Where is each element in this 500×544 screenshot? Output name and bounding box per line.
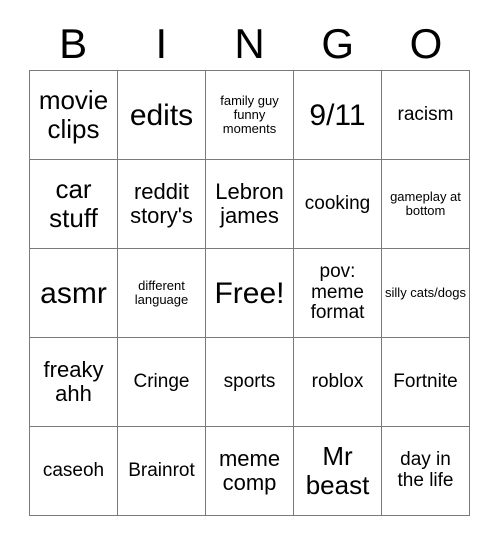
- bingo-cell-n4[interactable]: sports: [206, 338, 294, 427]
- bingo-cell-label: gameplay at bottom: [390, 188, 461, 218]
- bingo-cell-o1[interactable]: racism: [382, 71, 470, 160]
- bingo-cell-label: different language: [134, 277, 189, 307]
- header-letter-b: B: [59, 20, 88, 67]
- header-letter-i: I: [155, 20, 168, 67]
- bingo-cell-label: meme comp: [218, 445, 281, 495]
- bingo-cell-i4[interactable]: Cringe: [118, 338, 206, 427]
- bingo-cell-b1[interactable]: movie clips: [30, 71, 118, 160]
- bingo-cell-label: day in the life: [397, 449, 454, 491]
- bingo-cell-g3[interactable]: pov: meme format: [294, 249, 382, 338]
- header-letter-n: N: [234, 20, 265, 67]
- bingo-cell-label: Fortnite: [393, 370, 458, 392]
- bingo-cell-label: freaky ahh: [43, 356, 104, 406]
- bingo-cell-label: car stuff: [49, 174, 98, 233]
- bingo-cell-label: roblox: [311, 370, 364, 392]
- bingo-cell-i2[interactable]: reddit story's: [118, 160, 206, 249]
- bingo-cell-b3[interactable]: asmr: [30, 249, 118, 338]
- free-space-label: Free!: [214, 276, 285, 310]
- bingo-grid: movie clips edits family guy funny momen…: [29, 70, 470, 516]
- bingo-cell-g4[interactable]: roblox: [294, 338, 382, 427]
- bingo-cell-g1[interactable]: 9/11: [294, 71, 382, 160]
- bingo-cell-i5[interactable]: Brainrot: [118, 427, 206, 516]
- bingo-cell-label: reddit story's: [130, 178, 193, 228]
- bingo-cell-o2[interactable]: gameplay at bottom: [382, 160, 470, 249]
- bingo-cell-n1[interactable]: family guy funny moments: [206, 71, 294, 160]
- bingo-cell-b4[interactable]: freaky ahh: [30, 338, 118, 427]
- header-letter-o: O: [409, 20, 443, 67]
- bingo-cell-b5[interactable]: caseoh: [30, 427, 118, 516]
- bingo-cell-label: caseoh: [42, 459, 105, 481]
- bingo-cell-i1[interactable]: edits: [118, 71, 206, 160]
- bingo-cell-label: pov: meme format: [310, 260, 365, 324]
- bingo-cell-label: 9/11: [309, 98, 366, 132]
- bingo-cell-label: Brainrot: [128, 459, 195, 481]
- bingo-cell-i3[interactable]: different language: [118, 249, 206, 338]
- bingo-cell-b2[interactable]: car stuff: [30, 160, 118, 249]
- header-letter-g: G: [321, 20, 355, 67]
- bingo-cell-label: family guy funny moments: [220, 92, 279, 137]
- bingo-cell-g2[interactable]: cooking: [294, 160, 382, 249]
- bingo-card: B I N G O movie clips edits family guy f…: [0, 0, 500, 544]
- bingo-cell-n2[interactable]: Lebron james: [206, 160, 294, 249]
- bingo-cell-label: edits: [129, 98, 194, 132]
- bingo-cell-label: Lebron james: [215, 178, 284, 228]
- bingo-cell-label: sports: [223, 370, 276, 392]
- bingo-cell-o4[interactable]: Fortnite: [382, 338, 470, 427]
- bingo-cell-label: silly cats/dogs: [385, 284, 466, 300]
- bingo-cell-label: asmr: [40, 276, 107, 310]
- bingo-cell-label: cooking: [304, 192, 371, 214]
- bingo-cell-o3[interactable]: silly cats/dogs: [382, 249, 470, 338]
- bingo-cell-label: racism: [397, 103, 454, 125]
- bingo-cell-n5[interactable]: meme comp: [206, 427, 294, 516]
- bingo-cell-label: movie clips: [38, 85, 109, 144]
- bingo-cell-o5[interactable]: day in the life: [382, 427, 470, 516]
- bingo-cell-label: Cringe: [133, 370, 190, 392]
- bingo-header-row: B I N G O: [29, 18, 470, 70]
- bingo-cell-g5[interactable]: Mr beast: [294, 427, 382, 516]
- bingo-cell-label: Mr beast: [305, 441, 370, 500]
- bingo-cell-free-space[interactable]: Free!: [206, 249, 294, 338]
